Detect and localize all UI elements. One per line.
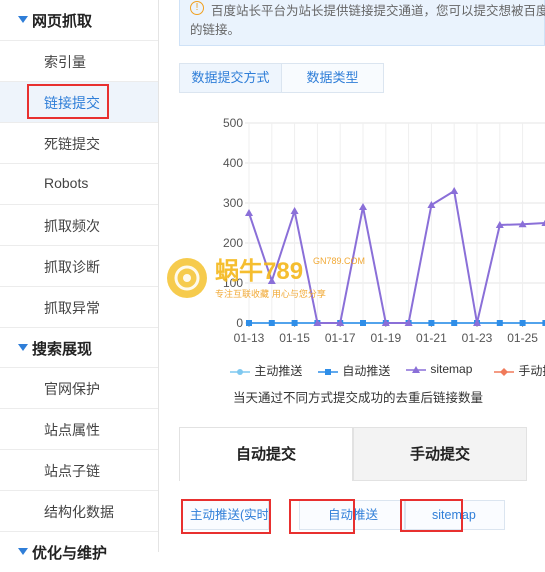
x-tick-label: 01-17 <box>325 331 356 345</box>
data-point <box>291 320 298 326</box>
section-header-search[interactable]: 搜索展现 <box>0 327 158 368</box>
sidebar-item-crawl-frequency[interactable]: 抓取频次 <box>0 204 158 245</box>
data-point <box>268 320 275 326</box>
y-tick-label: 500 <box>223 116 243 130</box>
legend-item[interactable]: 主动推送 <box>229 362 302 379</box>
chart-caption: 当天通过不同方式提交成功的去重后链接数量 <box>233 391 484 405</box>
section-header-crawl[interactable]: 网页抓取 <box>0 0 158 40</box>
sidebar-item-robots[interactable]: Robots <box>0 163 158 204</box>
notice-text-2: 的链接。 <box>190 23 241 37</box>
info-icon: ! <box>190 1 204 15</box>
info-notice: ! 百度站长平台为站长提供链接提交通道，您可以提交想被百度收 的链接。 <box>179 0 545 46</box>
sidebar-item-label: 结构化数据 <box>44 504 114 520</box>
sidebar-item-label: 站点子链 <box>44 463 100 479</box>
highlight-box <box>289 499 355 534</box>
highlight-box <box>181 499 271 534</box>
sidebar-item-sitelinks[interactable]: 站点子链 <box>0 449 158 490</box>
data-point <box>427 201 436 208</box>
watermark-logo: 蜗牛789 GN789.COM 专注互联收藏 用心与您分享 <box>163 248 393 308</box>
x-tick-label: 01-19 <box>370 331 401 345</box>
sidebar-item-official-protect[interactable]: 官网保护 <box>0 367 158 408</box>
data-point <box>359 203 367 210</box>
sidebar-item-deadlink[interactable]: 死链提交 <box>0 122 158 163</box>
sidebar-item-label: 站点属性 <box>44 422 100 438</box>
tab-data-type[interactable]: 数据类型 <box>281 63 384 93</box>
x-tick-label: 01-15 <box>279 331 310 345</box>
sidebar-item-label: Robots <box>44 175 89 191</box>
sidebar-item-site-attributes[interactable]: 站点属性 <box>0 408 158 449</box>
submission-chart: 500400300200100001-13 01-15 01-17 01-19 01-2… <box>223 116 545 345</box>
highlight-box <box>400 499 463 532</box>
data-point <box>245 209 253 216</box>
sidebar-item-index[interactable]: 索引量 <box>0 40 158 81</box>
legend-item[interactable]: sitemap <box>405 362 472 376</box>
tab-auto-submit[interactable]: 自动提交 <box>179 427 353 481</box>
data-point <box>290 207 299 214</box>
sidebar-item-label: 抓取异常 <box>44 300 100 316</box>
data-point <box>451 320 458 326</box>
sidebar-item-label: 抓取诊断 <box>44 259 100 275</box>
section-title: 网页抓取 <box>32 13 93 30</box>
y-tick-label: 400 <box>223 156 243 170</box>
sidebar-item-label: 抓取频次 <box>44 218 100 234</box>
sidebar-item-crawl-diagnosis[interactable]: 抓取诊断 <box>0 245 158 286</box>
legend-item[interactable]: 手动提交 <box>493 362 545 379</box>
y-tick-label: 300 <box>223 196 243 210</box>
x-tick-label: 01-21 <box>416 331 447 345</box>
x-tick-label: 01-13 <box>234 331 265 345</box>
data-point <box>519 320 526 326</box>
submit-tabs: 自动提交 手动提交 <box>179 427 545 481</box>
collapse-triangle-icon <box>18 16 28 23</box>
legend-item[interactable]: 自动推送 <box>317 362 390 379</box>
x-tick-label: 01-23 <box>462 331 493 345</box>
tab-submit-method[interactable]: 数据提交方式 <box>179 63 282 93</box>
sidebar-item-crawl-errors[interactable]: 抓取异常 <box>0 286 158 327</box>
sidebar-item-structured-data[interactable]: 结构化数据 <box>0 490 158 531</box>
data-point <box>450 187 459 194</box>
svg-text:专注互联收藏 用心与您分享: 专注互联收藏 用心与您分享 <box>215 288 326 300</box>
x-tick-label: 01-25 <box>507 331 538 345</box>
svg-text:GN789.COM: GN789.COM <box>313 256 365 266</box>
data-point <box>360 320 366 326</box>
highlight-box <box>27 84 109 119</box>
y-tick-label: 0 <box>236 316 243 330</box>
sidebar-item-label: 死链提交 <box>44 136 100 152</box>
svg-text:蜗牛789: 蜗牛789 <box>215 258 303 285</box>
data-point <box>246 320 252 326</box>
section-title: 搜索展现 <box>32 341 93 358</box>
notice-text: 百度站长平台为站长提供链接提交通道，您可以提交想被百度收 <box>211 4 545 18</box>
collapse-triangle-icon <box>18 344 28 351</box>
sidebar-item-label: 官网保护 <box>44 381 100 397</box>
data-point <box>428 320 435 326</box>
chart-legend: 主动推送 自动推送 sitemap 手动提交 <box>229 362 545 380</box>
section-title: 优化与维护 <box>32 545 108 562</box>
sidebar: 网页抓取 索引量 链接提交 死链提交 Robots 抓取频次 抓取诊断 抓取异常… <box>0 0 159 562</box>
sidebar-item-label: 索引量 <box>44 54 86 70</box>
tab-manual-submit[interactable]: 手动提交 <box>353 427 527 481</box>
data-point <box>496 320 503 326</box>
